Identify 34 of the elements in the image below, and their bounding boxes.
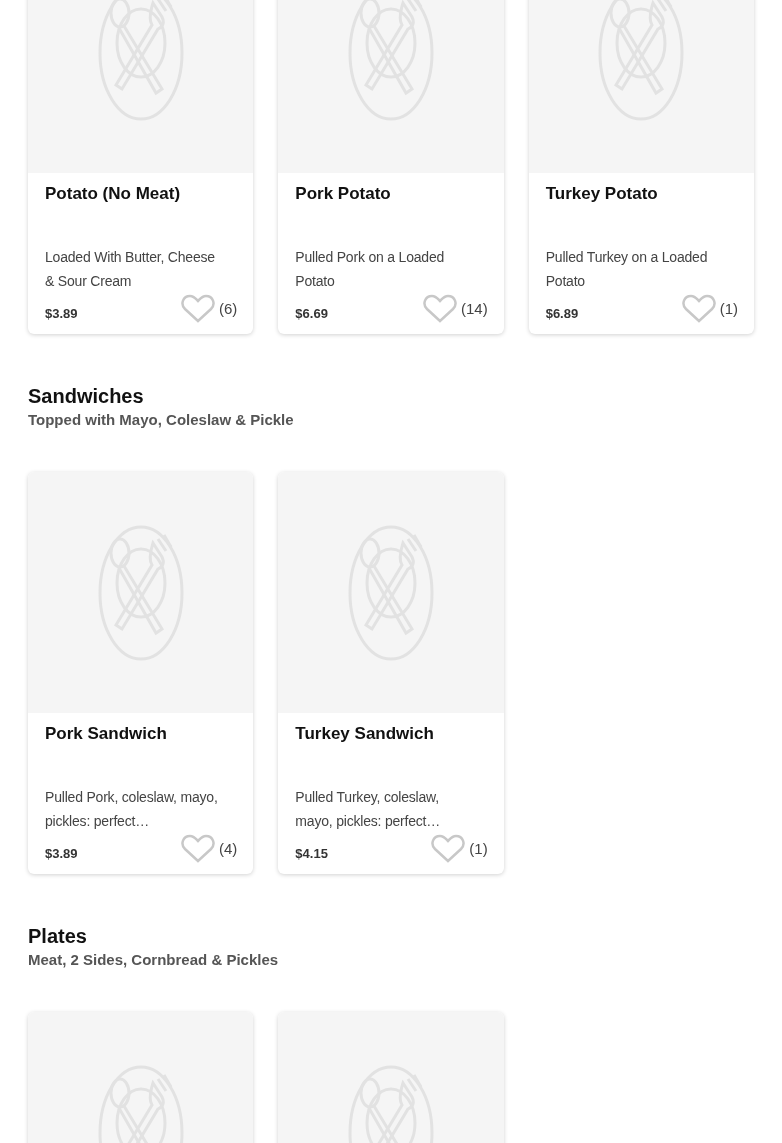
heart-icon[interactable] <box>431 834 466 864</box>
product-description: Pulled Pork, coleslaw, mayo, pickles: perfect… <box>45 788 219 831</box>
heart-icon[interactable] <box>422 294 457 324</box>
product-name: Turkey Sandwich <box>295 723 435 745</box>
product-name: Pork Potato <box>295 183 392 205</box>
product-card[interactable]: Turkey Potato Pulled Turkey on a Loaded Potato $6.89 (1) <box>528 0 754 334</box>
product-card[interactable]: Potato (No Meat) Loaded With Butter, Cheese & Sour Cream $3.89 (6) <box>28 0 254 334</box>
section-subtitle: Meat, 2 Sides, Cornbread & Pickles <box>28 950 280 970</box>
heart-icon[interactable] <box>181 294 215 324</box>
product-card[interactable]: Pork Sandwich Pulled Pork, coleslaw, mayo, pickles: perfect… $3.89 (4) <box>28 472 254 874</box>
product-price: $4.15 <box>295 845 328 863</box>
product-name: Potato (No Meat) <box>45 183 182 205</box>
favorite-count: (1) <box>469 838 488 859</box>
product-name: Pork Sandwich <box>45 723 168 745</box>
favorite-count: (1) <box>719 298 738 319</box>
heart-icon[interactable] <box>681 294 716 324</box>
product-card[interactable]: Turkey Sandwich Pulled Turkey, coleslaw, mayo, pickles: perfect… $4.15 (1) <box>278 472 504 874</box>
product-card[interactable]: Pork Potato Pulled Pork on a Loaded Potato $6.69 (14) <box>278 0 504 334</box>
favorite-count: (14) <box>460 298 488 319</box>
product-name: Turkey Potato <box>545 183 659 205</box>
product-price: $6.89 <box>545 305 579 323</box>
section-heading: Sandwiches <box>28 384 145 408</box>
favorite-count: (4) <box>219 838 238 859</box>
section-subtitle: Topped with Mayo, Coleslaw & Pickle <box>28 410 295 430</box>
product-description: Pulled Turkey, coleslaw, mayo, pickles: perfect… <box>295 788 442 831</box>
product-price: $3.89 <box>45 845 78 863</box>
favorite-count: (6) <box>219 298 238 319</box>
product-description: Loaded With Butter, Cheese & Sour Cream <box>45 248 216 291</box>
product-price: $6.69 <box>295 305 328 323</box>
section-heading: Plates <box>28 924 88 948</box>
product-price: $3.89 <box>45 305 78 323</box>
product-description: Pulled Pork on a Loaded Potato <box>295 248 446 291</box>
heart-icon[interactable] <box>181 834 215 864</box>
product-description: Pulled Turkey on a Loaded Potato <box>545 248 709 291</box>
